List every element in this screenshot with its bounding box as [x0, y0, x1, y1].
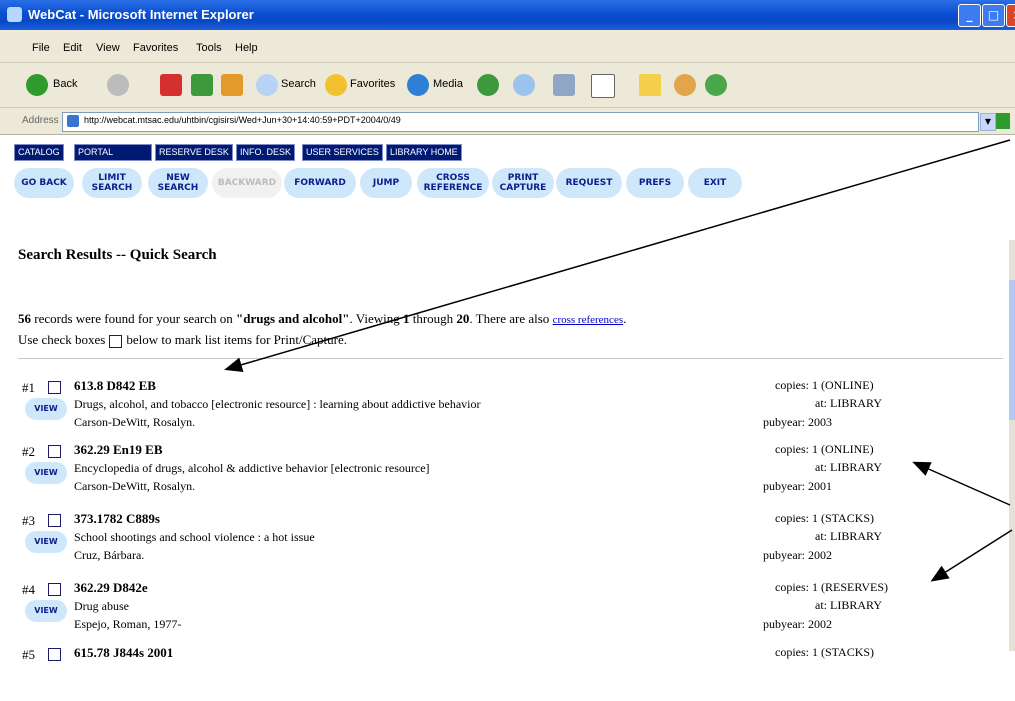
arrow-to-call-number — [224, 139, 1011, 372]
list-item: #5 615.78 J844s 2001 copies: 1 (STACKS) — [0, 643, 1015, 701]
arrow-to-online-copies — [912, 461, 1011, 506]
annotation-arrows — [224, 139, 1013, 582]
arrow-to-reserves-copies — [930, 529, 1013, 582]
